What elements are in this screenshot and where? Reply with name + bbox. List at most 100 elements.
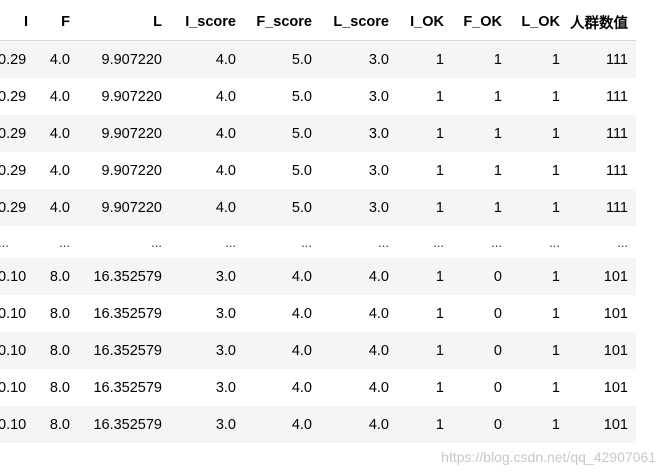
- cell-f-ok: 1: [452, 115, 510, 152]
- cell-i-ok: 1: [397, 115, 452, 152]
- cell-f-score: 5.0: [244, 189, 320, 226]
- cell-l: 16.352579: [78, 258, 170, 295]
- cell-f: 8.0: [36, 258, 78, 295]
- cell-population-value: 101: [568, 258, 636, 295]
- cell-i-score: 4.0: [170, 115, 244, 152]
- cell-f: 8.0: [36, 332, 78, 369]
- cell-f-ok: 0: [452, 406, 510, 443]
- cell-f: 4.0: [36, 189, 78, 226]
- cell-f-ok: 0: [452, 295, 510, 332]
- cell-l-ok: 1: [510, 332, 568, 369]
- cell-i-ok: ...: [397, 226, 452, 258]
- cell-l-ok: 1: [551, 162, 560, 179]
- cell-i-score: 4.0: [215, 88, 236, 105]
- column-header-l-score: L_score: [320, 4, 397, 41]
- cell-i-value: 0.10: [0, 268, 27, 285]
- watermark-url: https://blog.csdn.net/qq_42907061: [441, 449, 656, 465]
- table-row: 0.10 8.0 16.352579 3.0 4.0 4.0 1 0 1 101: [0, 332, 636, 369]
- cell-l: 9.907220: [101, 162, 162, 179]
- cell-f-score: 5.0: [291, 162, 312, 179]
- column-header-i: I: [0, 4, 36, 41]
- cell-l-ok: 1: [510, 369, 568, 406]
- cell-f: 4.0: [49, 88, 70, 105]
- cell-i-value: 0.29: [0, 199, 27, 216]
- cell-l: 9.907220: [101, 88, 162, 105]
- cell-f: 4.0: [36, 40, 78, 78]
- header-row: I F L I_score F_score L_score I_OK F_OK …: [0, 4, 636, 41]
- cell-i-value: 0.29: [0, 88, 27, 105]
- cell-i-ok: 1: [397, 369, 452, 406]
- cell-i-ok: 1: [435, 162, 444, 179]
- cell-l-ok: 1: [510, 115, 568, 152]
- cell-i-ok: 1: [435, 88, 444, 105]
- table-row: 0.29 4.0 9.907220 4.0 5.0 3.0 1 1 1 111: [0, 78, 636, 115]
- cell-l-score: 3.0: [368, 162, 389, 179]
- cell-i-score: 4.0: [215, 162, 236, 179]
- cell-f-ok: 1: [493, 88, 502, 105]
- cell-i-score: 3.0: [170, 295, 244, 332]
- cell-f-score: ...: [244, 226, 320, 258]
- cell-i-value: 0.29: [0, 51, 27, 68]
- table-row: 0.10 8.0 16.352579 3.0 4.0 4.0 1 0 1 101: [0, 258, 636, 295]
- cell-f-ok: 1: [452, 40, 510, 78]
- cell-l-ok: ...: [510, 226, 568, 258]
- cell-population-value: 101: [568, 332, 636, 369]
- cell-population-value: 111: [568, 115, 636, 152]
- cell-f-score: 4.0: [244, 406, 320, 443]
- cell-i-value: 0.29: [0, 125, 27, 142]
- cell-i: 0.29: [0, 78, 36, 115]
- table-header: I F L I_score F_score L_score I_OK F_OK …: [0, 4, 636, 41]
- table-body: 0.29 4.0 9.907220 4.0 5.0 3.0 1 1 1 111 0.29 4.0 9.9…: [0, 40, 636, 443]
- cell-f-ok: ...: [452, 226, 510, 258]
- table-row: 0.29 4.0 9.907220 4.0 5.0 3.0 1 1 1 111: [0, 189, 636, 226]
- cell-i-ok: 1: [397, 189, 452, 226]
- table-row: 0.10 8.0 16.352579 3.0 4.0 4.0 1 0 1 101: [0, 406, 636, 443]
- cell-i-ok: 1: [397, 332, 452, 369]
- cell-i-value: ...: [0, 234, 9, 250]
- cell-i: 0.10: [0, 406, 36, 443]
- cell-population-value: 101: [568, 406, 636, 443]
- cell-i-ok: 1: [397, 40, 452, 78]
- cell-i: 0.29: [0, 189, 36, 226]
- cell-l-ok: 1: [510, 295, 568, 332]
- cell-l: 9.907220: [78, 189, 170, 226]
- cell-population-value: 111: [605, 88, 628, 105]
- cell-f-score: 5.0: [291, 88, 312, 105]
- table-row: 0.29 4.0 9.907220 4.0 5.0 3.0 1 1 1 111: [0, 40, 636, 78]
- cell-l: 16.352579: [78, 332, 170, 369]
- cell-i-value: 0.29: [0, 162, 27, 179]
- cell-f-score: 4.0: [244, 258, 320, 295]
- cell-i-score: 4.0: [170, 40, 244, 78]
- cell-l-score: ...: [320, 226, 397, 258]
- cell-i-score: 4.0: [170, 189, 244, 226]
- cell-i-ok: 1: [397, 258, 452, 295]
- cell-i-score: 3.0: [170, 258, 244, 295]
- table-row: 0.29 4.0 9.907220 4.0 5.0 3.0 1 1 1 111: [0, 152, 636, 189]
- cell-l-score: 3.0: [320, 115, 397, 152]
- cell-f-ok: 1: [452, 189, 510, 226]
- cell-f: 4.0: [49, 162, 70, 179]
- cell-l-ok: 1: [510, 258, 568, 295]
- cell-l-score: 4.0: [320, 332, 397, 369]
- table-row: 0.10 8.0 16.352579 3.0 4.0 4.0 1 0 1 101: [0, 295, 636, 332]
- cell-f-score: 4.0: [244, 295, 320, 332]
- cell-i-value: 0.10: [0, 416, 27, 433]
- cell-l: 9.907220: [78, 40, 170, 78]
- cell-population-value: 101: [568, 295, 636, 332]
- cell-l-score: 3.0: [320, 189, 397, 226]
- cell-i: 0.10: [0, 369, 36, 406]
- ellipsis-row: ..............................: [0, 226, 636, 258]
- cell-i: ...: [0, 226, 36, 258]
- cell-i: 0.29: [0, 152, 36, 189]
- cell-population-value: 101: [568, 369, 636, 406]
- cell-l: 16.352579: [78, 369, 170, 406]
- cell-population-value: 111: [568, 40, 636, 78]
- cell-population-value: 111: [568, 189, 636, 226]
- cell-i: 0.10: [0, 332, 36, 369]
- cell-f-ok: 1: [493, 162, 502, 179]
- cell-l-ok: 1: [551, 88, 560, 105]
- table-row: 0.10 8.0 16.352579 3.0 4.0 4.0 1 0 1 101: [0, 369, 636, 406]
- cell-l-score: 4.0: [320, 258, 397, 295]
- cell-population-value: 111: [605, 162, 628, 179]
- cell-i-value: 0.10: [0, 342, 27, 359]
